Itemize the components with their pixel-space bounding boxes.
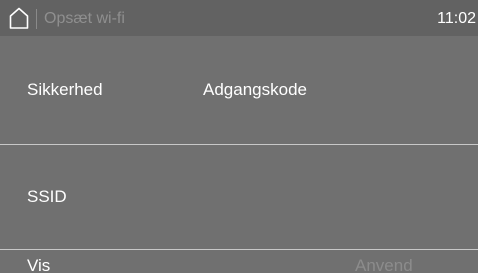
clock: 11:02 xyxy=(437,10,476,27)
show-button[interactable]: Vis xyxy=(27,256,50,276)
home-icon[interactable] xyxy=(9,7,29,29)
apply-button[interactable]: Anvend xyxy=(355,256,413,276)
ssid-field[interactable]: SSID xyxy=(27,187,67,207)
main-panel: Opsæt wi-fi 11:02 Sikkerhed Adgangskode … xyxy=(0,0,478,276)
wifi-setup-screen: Opsæt wi-fi 11:02 Sikkerhed Adgangskode … xyxy=(0,0,481,276)
row-divider xyxy=(0,144,478,145)
page-title: Opsæt wi-fi xyxy=(44,10,125,27)
header-separator xyxy=(36,9,37,29)
status-bar: Opsæt wi-fi 11:02 xyxy=(0,0,478,36)
password-field[interactable]: Adgangskode xyxy=(203,80,307,100)
security-field[interactable]: Sikkerhed xyxy=(27,80,103,100)
footer-divider xyxy=(0,249,478,250)
